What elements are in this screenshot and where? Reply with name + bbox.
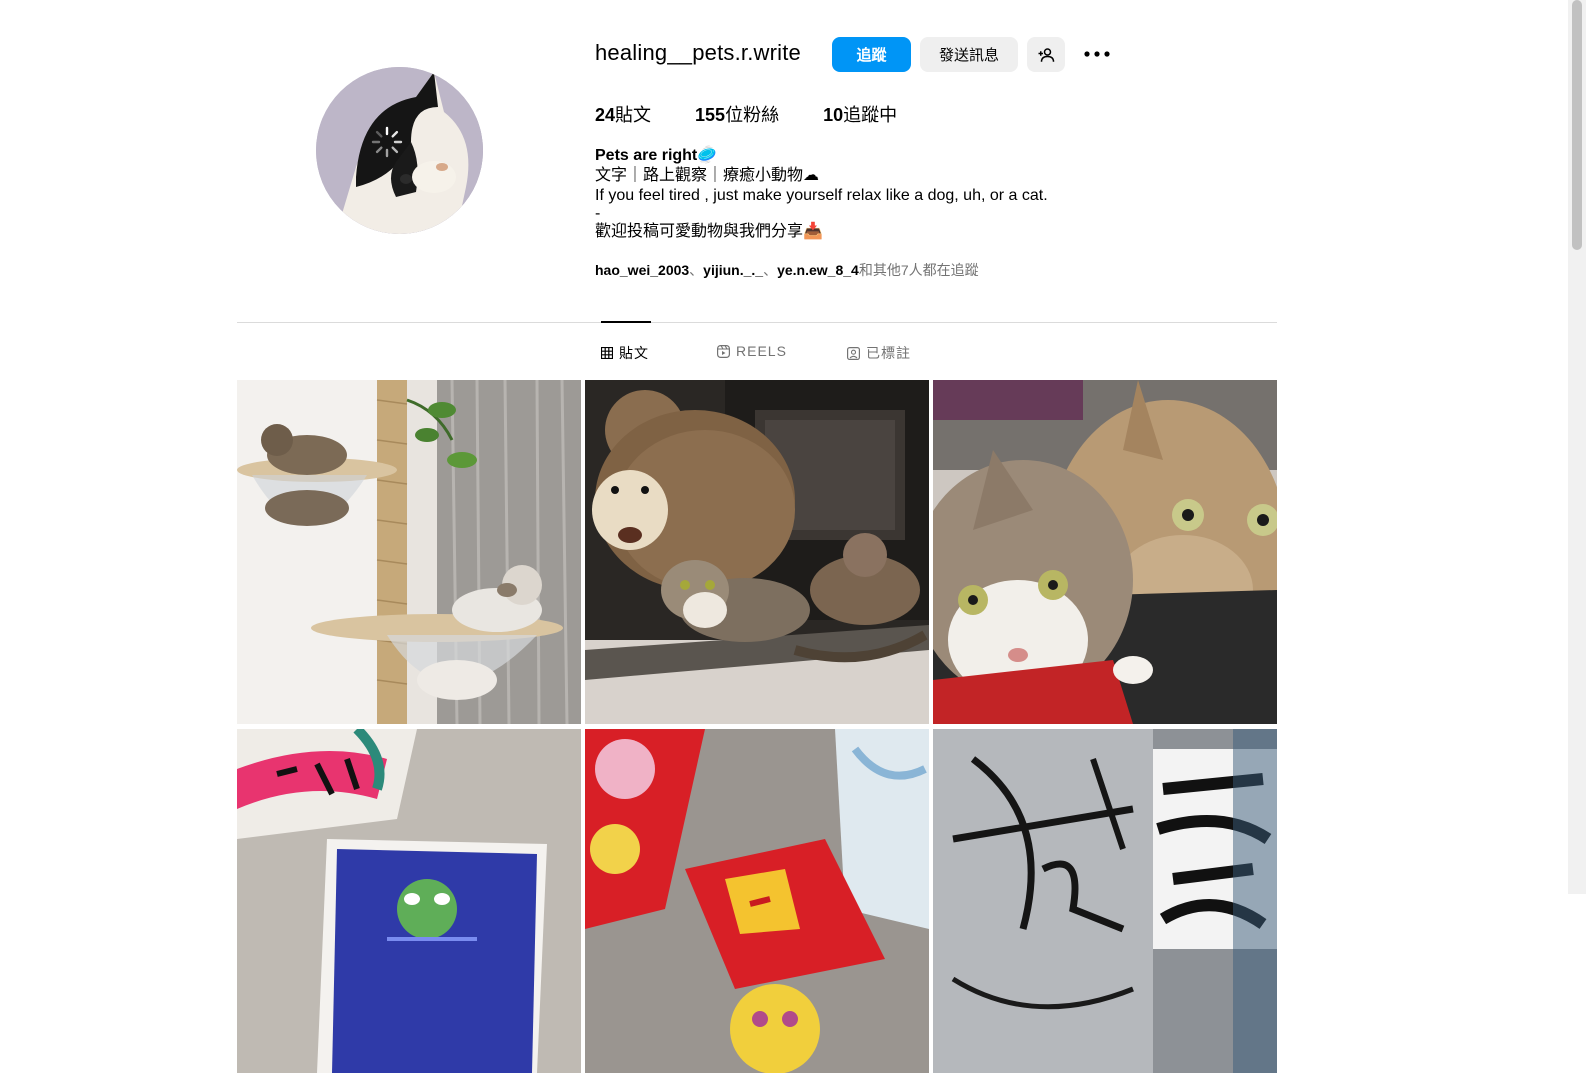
bio-line: -: [595, 205, 601, 222]
posts-count-value: 24: [595, 105, 616, 125]
separator: 、: [689, 262, 704, 278]
following-count-value: 10: [823, 105, 844, 125]
posts-count-label: 貼文: [615, 105, 652, 125]
tab-posts[interactable]: 貼文: [601, 343, 649, 363]
more-horizontal-icon: [1084, 51, 1110, 57]
post-image-sticker-2: [585, 729, 929, 1073]
post-thumbnail[interactable]: [585, 380, 929, 724]
scrollbar-thumb[interactable]: [1572, 0, 1582, 250]
post-image-cats-tree: [237, 380, 581, 724]
reels-icon: [717, 344, 730, 358]
followers-count-value: 155: [695, 105, 726, 125]
followers-count-label: 位粉絲: [725, 105, 780, 125]
bio-line: If you feel tired , just make yourself r…: [595, 187, 1048, 204]
profile-stats: 24貼文 155位粉絲 10追蹤中: [595, 101, 941, 127]
post-thumbnail[interactable]: [237, 729, 581, 1073]
active-tab-indicator: [601, 321, 651, 323]
post-image-two-cats: [933, 380, 1277, 724]
followed-by-user[interactable]: hao_wei_2003: [595, 262, 689, 278]
grid-icon: [601, 347, 613, 359]
tab-tagged[interactable]: 已標註: [847, 343, 911, 363]
followed-by[interactable]: hao_wei_2003、yijiun._._、ye.n.ew_8_4和其他7人…: [595, 260, 979, 280]
post-image-sticker-1: [237, 729, 581, 1073]
send-message-button[interactable]: 發送訊息: [920, 37, 1018, 72]
tab-label: 貼文: [619, 345, 649, 361]
bio-name: Pets are right🥏: [595, 147, 718, 164]
page-scrollbar[interactable]: [1568, 0, 1586, 894]
loading-spinner-icon: [371, 126, 403, 158]
following-count-label: 追蹤中: [843, 105, 898, 125]
post-thumbnail[interactable]: [585, 729, 929, 1073]
following-count[interactable]: 10追蹤中: [823, 101, 897, 127]
posts-count: 24貼文: [595, 101, 651, 127]
post-thumbnail[interactable]: [933, 729, 1277, 1073]
post-image-teddy-cats: [585, 380, 929, 724]
followers-count[interactable]: 155位粉絲: [695, 101, 779, 127]
tab-label: 已標註: [866, 345, 911, 361]
post-image-graffiti: [933, 729, 1277, 1073]
tab-label: REELS: [736, 343, 787, 359]
tabs-divider: [237, 322, 1277, 323]
followed-by-rest: 和其他7人都在追蹤: [858, 262, 979, 278]
bio-line: 歡迎投稿可愛動物與我們分享📥: [595, 223, 823, 240]
profile-bio: Pets are right🥏 文字｜路上觀察｜療癒小動物☁ If you fe…: [595, 146, 1215, 242]
add-person-icon: [1038, 47, 1055, 62]
followed-by-user[interactable]: ye.n.ew_8_4: [777, 262, 859, 278]
follow-button[interactable]: 追蹤: [832, 37, 911, 72]
bio-line: 文字｜路上觀察｜療癒小動物☁: [595, 167, 820, 184]
post-thumbnail[interactable]: [933, 380, 1277, 724]
more-options-button[interactable]: [1080, 40, 1114, 68]
post-thumbnail[interactable]: [237, 380, 581, 724]
tab-reels[interactable]: REELS: [717, 343, 787, 359]
profile-username: healing__pets.r.write: [595, 40, 801, 65]
suggested-accounts-button[interactable]: [1027, 37, 1065, 72]
tagged-icon: [847, 346, 860, 360]
followed-by-user[interactable]: yijiun._._: [703, 262, 763, 278]
separator: 、: [763, 262, 778, 278]
